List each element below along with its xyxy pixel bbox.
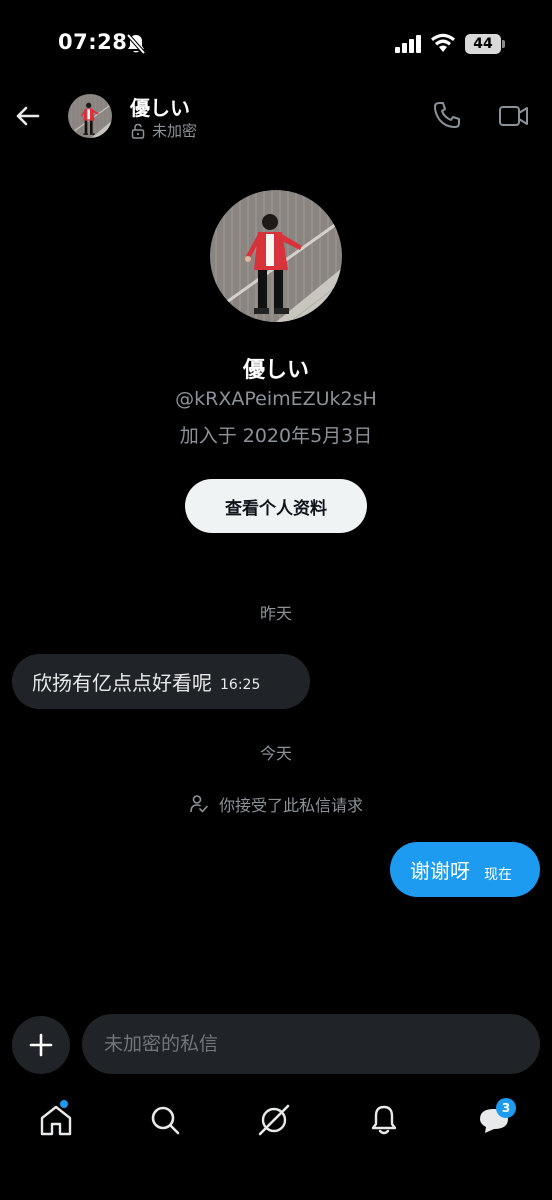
battery-icon: 44 — [465, 34, 505, 54]
messages-badge: 3 — [496, 1098, 516, 1118]
plus-icon — [29, 1033, 53, 1057]
outgoing-message-text: 谢谢呀 — [410, 859, 470, 883]
message-composer — [82, 1014, 540, 1074]
grok-icon — [258, 1104, 290, 1136]
status-bar: 07:28 44 — [0, 0, 552, 90]
nav-home[interactable] — [36, 1100, 76, 1140]
system-note-text: 你接受了此私信请求 — [218, 796, 363, 815]
date-separator-yesterday: 昨天 — [259, 604, 292, 623]
header-contact-name[interactable]: 優しい — [130, 92, 190, 121]
avatar-photo — [68, 94, 112, 138]
video-camera-icon[interactable] — [498, 102, 530, 130]
message-input[interactable] — [104, 1014, 524, 1074]
view-profile-button[interactable]: 查看个人资料 — [185, 479, 367, 533]
profile-avatar[interactable] — [210, 190, 342, 322]
nav-notifications[interactable] — [364, 1100, 404, 1140]
avatar[interactable] — [68, 94, 112, 138]
phone-icon[interactable] — [432, 100, 462, 130]
battery-level: 44 — [465, 34, 501, 54]
encryption-status: 未加密 — [130, 120, 197, 141]
nav-messages[interactable]: 3 — [474, 1098, 516, 1140]
outgoing-message-time: 现在 — [484, 866, 512, 883]
profile-photo — [210, 190, 342, 322]
system-note: 你接受了此私信请求 — [0, 792, 552, 816]
date-separator-today: 今天 — [259, 744, 292, 763]
add-media-button[interactable] — [12, 1016, 70, 1074]
status-time: 07:28 — [58, 30, 128, 54]
search-icon — [151, 1106, 180, 1135]
notifications-bell-icon — [371, 1105, 397, 1135]
home-icon — [40, 1105, 72, 1136]
encryption-status-label: 未加密 — [152, 122, 198, 140]
incoming-message-time: 16:25 — [220, 676, 261, 693]
conversation-header: 優しい 未加密 — [0, 88, 552, 148]
incoming-message[interactable]: 欣扬有亿点点好看呢 16:25 — [12, 654, 310, 709]
profile-join-date: 加入于 2020年5月3日 — [179, 425, 373, 447]
profile-handle: @kRXAPeimEZUk2sH — [175, 388, 377, 410]
lock-open-icon — [131, 123, 145, 139]
incoming-message-text: 欣扬有亿点点好看呢 — [32, 671, 212, 695]
bell-slash-icon — [126, 33, 146, 55]
battery-tip — [502, 40, 505, 48]
bottom-navigation: 3 — [0, 1088, 552, 1154]
back-arrow-icon[interactable] — [12, 100, 44, 132]
home-notification-dot — [60, 1100, 68, 1108]
outgoing-message[interactable]: 谢谢呀 现在 — [390, 842, 540, 897]
person-check-icon — [190, 795, 208, 813]
profile-name: 優しい — [242, 358, 309, 383]
nav-search[interactable] — [145, 1100, 185, 1140]
wifi-icon — [431, 33, 455, 52]
cellular-signal-icon — [395, 35, 421, 53]
nav-grok[interactable] — [254, 1100, 294, 1140]
